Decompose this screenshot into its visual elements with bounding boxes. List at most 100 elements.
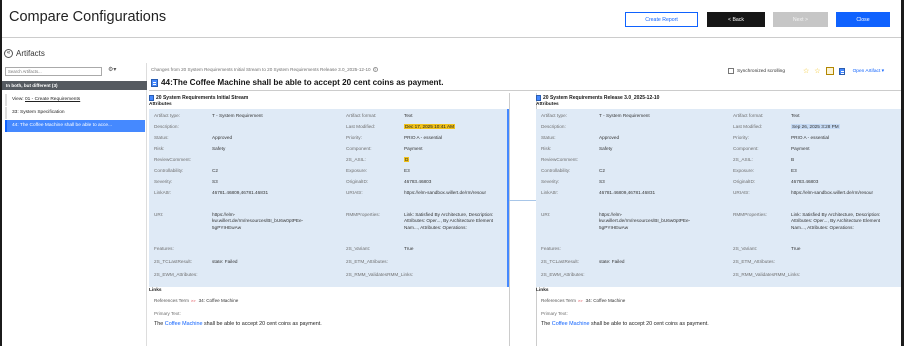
attr-value-severity: S3 [599,179,605,184]
artifacts-label: Artifacts [16,49,45,58]
attr-text-asil: D [404,157,410,162]
ref-value[interactable]: 34: Coffee Machine [199,298,239,303]
attr-label-exposure: Exposure: [733,168,755,173]
star-outline-icon[interactable]: ☆ [814,67,820,75]
attr-value-uri: https://elm-kw.willert.de/rm/resources/B… [599,212,699,231]
left-stream-name: 20 System Requirements Initial Stream [156,94,249,101]
attr-text-rmm-properties: Link: Satisfied By Architecture, Descrip… [404,212,494,230]
compare-window: Compare Configurations Create Report < B… [0,0,904,346]
attr-text-uri: https://elm-kw.willert.de/rm/resources/B… [599,212,691,230]
open-artifact-text: Open Artifact [852,68,881,74]
attr-label-ewm-attributes: 2S_EWM_Attributes: [154,272,198,277]
attr-value-tc-last-result: state: Failed [599,259,625,264]
attr-text-last-modified: Sep 26, 2025 3:28 PM [791,124,840,129]
attr-text-tc-last-result: state: Failed [599,259,625,264]
stream-icon [149,94,154,101]
create-report-button[interactable]: Create Report [625,12,698,27]
primary-pre: The [541,321,551,327]
artifact-tree: View: 01 - Create Requirements 33: Syste… [5,94,145,133]
attr-value-severity: S3 [212,179,218,184]
attr-label-controllability: Controllability: [154,168,184,173]
attr-label-artifact-type: Artifact type: [154,113,181,118]
attr-label-artifact-format: Artifact format: [346,113,377,118]
ref-label: References Term [154,298,189,303]
ref-label: References Term [541,298,576,303]
next-button[interactable]: Next > [773,12,828,27]
open-artifact-link[interactable]: Open Artifact ▾ [853,69,884,74]
attr-text-risk: Safety [212,146,226,151]
comment-icon[interactable] [825,67,834,75]
attr-text-artifact-type: T - System Requirement [599,113,650,118]
sync-scroll[interactable]: Synchronized scrolling [728,68,785,74]
attr-value-asil: B [791,157,794,162]
attr-value-original-id: 46783.46803 [404,179,431,184]
tree-item-view[interactable]: View: 01 - Create Requirements [5,94,145,106]
right-attributes: Artifact type: T - System Requirement Arti… [536,109,901,287]
attr-text-status: Approved [599,135,620,140]
arrow-icon: >> [190,298,196,303]
primary-post: shall be able to accept 20 cent coins as… [203,321,322,327]
compare-header-text: Changes from 20 System Requirements Init… [151,67,371,72]
search-input[interactable]: Search Artifacts... [5,67,102,76]
attr-text-severity: S3 [599,179,605,184]
collapse-icon[interactable]: « [4,49,13,58]
attr-text-rmm-properties: Link: Satisfied By Architecture, Descrip… [791,212,881,230]
coffee-machine-link[interactable]: Coffee Machine [165,321,203,327]
attr-label-rmm-validates: 2S_RMM_ValidatesRMM_Links: [733,272,801,277]
right-stream-name: 20 System Requirements Release 3.0_2025-… [543,94,660,101]
primary-post: shall be able to accept 20 cent coins as… [590,321,709,327]
toolbar-icons: ☆ ☆ Open Artifact ▾ [803,67,884,75]
attr-label-link-attr: LinkAttr: [154,190,172,195]
attr-label-features: Features: [541,246,561,251]
attr-label-uri-attr: URIAttr: [733,190,750,195]
attr-label-component: Component: [733,146,759,151]
attr-label-rmm-validates: 2S_RMM_ValidatesRMM_Links: [346,272,414,277]
ref-value[interactable]: 34: Coffee Machine [586,298,626,303]
sync-checkbox[interactable] [728,68,734,74]
left-attributes: Artifact type: T - System Requirement Arti… [149,109,509,287]
attr-value-rmm-properties: Link: Satisfied By Architecture, Descrip… [404,212,504,231]
attr-text-component: Payment [404,146,423,151]
attr-label-description: Description: [154,124,179,129]
group-header: In both, but different (3) [2,81,147,90]
arrow-icon: >> [577,298,583,303]
sidebar: Search Artifacts... ⚙▾ In both, but diff… [2,63,147,346]
view-prefix: View: [12,97,24,102]
tree-item-system-spec[interactable]: 33: System Specification [5,107,145,119]
attr-value-status: Approved [599,135,619,140]
attr-label-risk: Risk: [541,146,552,151]
attr-text-artifact-type: T - System Requirement [212,113,263,118]
tree-item-selected[interactable]: 44: The Coffee Machine shall be able to … [5,120,145,132]
left-panel: 20 System Requirements Initial Stream At… [149,93,509,346]
attr-label-asil: 2S_ASIL: [346,157,366,162]
sync-label: Synchronized scrolling [737,68,785,74]
close-button[interactable]: Close [836,12,890,27]
attr-label-features: Features: [154,246,174,251]
back-button[interactable]: < Back [707,12,765,27]
attr-value-uri-attr: https://elm-sandbox.willert.de/rm/resour [791,190,881,196]
attr-text-severity: S3 [212,179,218,184]
attr-text-exposure: E3 [404,168,410,173]
attr-text-artifact-format: Text [404,113,413,118]
attr-value-controllability: C2 [599,168,605,173]
star-icon[interactable]: ☆ [803,67,809,75]
attr-label-variant: 2S_Variant: [346,246,371,251]
attr-text-status: Approved [212,135,233,140]
attr-label-artifact-format: Artifact format: [733,113,764,118]
attr-value-uri: https://elm-kw.willert.de/rm/resources/B… [212,212,312,231]
artifacts-header: « Artifacts [4,49,45,58]
right-stream-header: 20 System Requirements Release 3.0_2025-… [536,93,901,102]
attr-text-priority: PRIO A - essential [791,135,830,140]
attr-label-etm-attributes: 2S_ETM_Attributes: [733,259,775,264]
links-heading: Links [536,288,549,293]
attr-label-severity: Severity: [541,179,560,184]
attr-label-priority: Priority: [346,135,362,140]
filter-icon[interactable]: ⚙▾ [108,66,116,73]
help-icon[interactable]: ? [372,67,378,72]
panel-divider-left [509,93,510,346]
attr-value-artifact-format: Text [791,113,800,118]
artifact-doc-icon [151,78,158,87]
coffee-machine-link[interactable]: Coffee Machine [552,321,590,327]
view-link[interactable]: 01 - Create Requirements [25,97,80,102]
attr-value-original-id: 46783.46803 [791,179,818,184]
